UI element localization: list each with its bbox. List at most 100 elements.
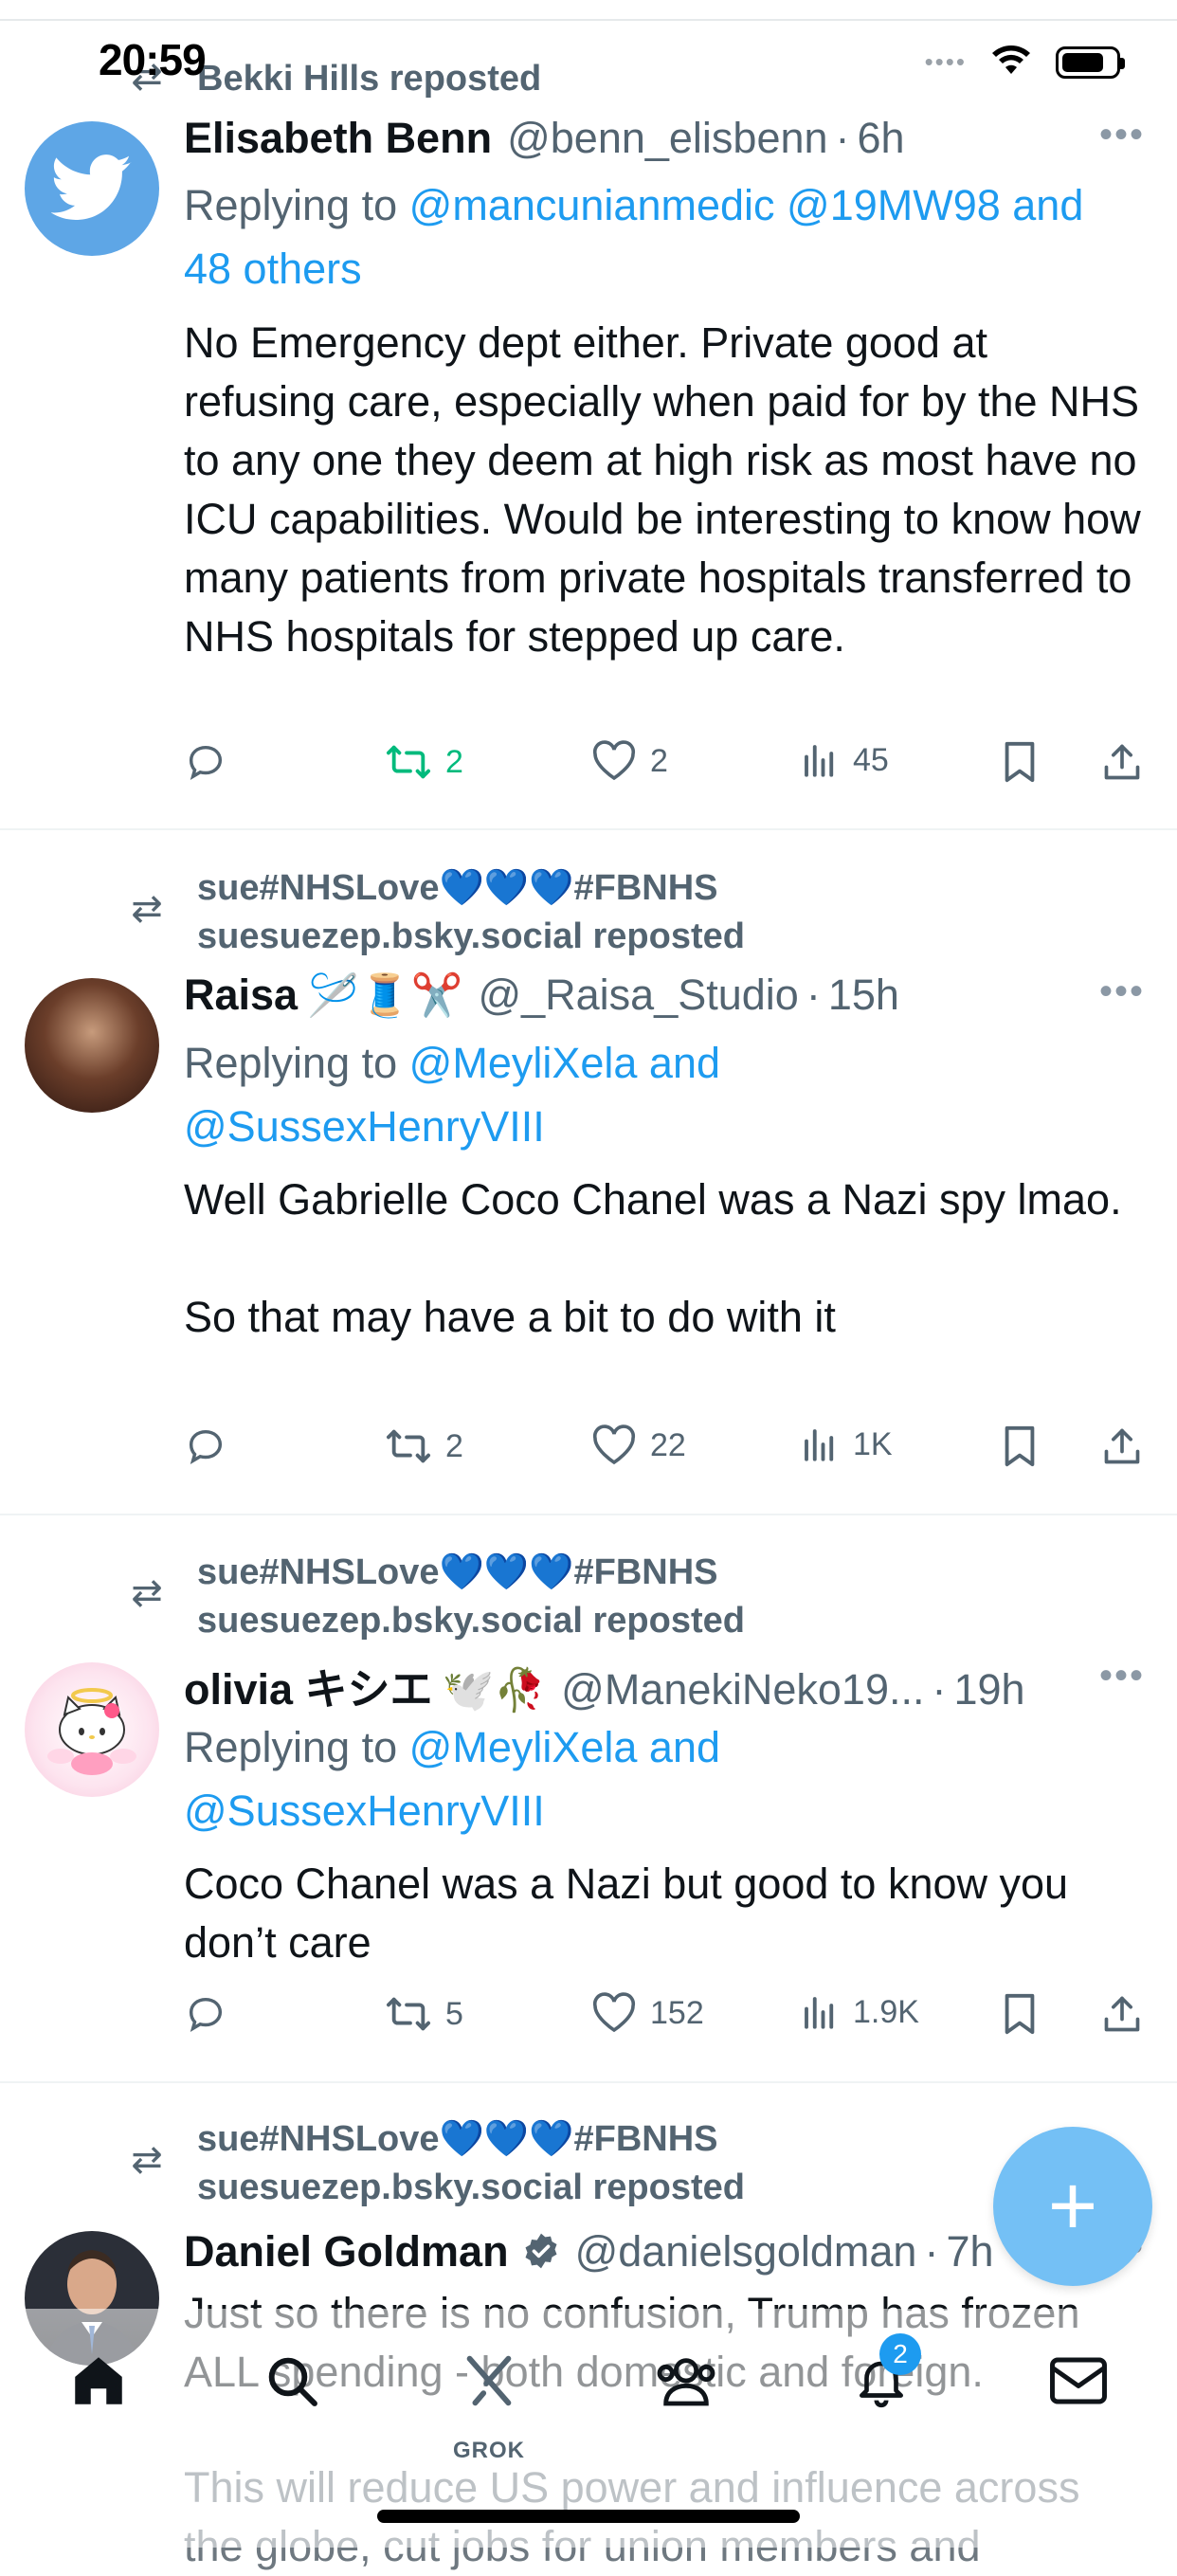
replying-to: Replying to @MeyliXela and @SussexHenryV…	[184, 1715, 1141, 1842]
replying-to: Replying to @MeyliXela and @SussexHenryV…	[184, 1031, 1141, 1158]
like-button[interactable]: 2	[591, 740, 668, 782]
tab-notifications[interactable]: 2	[843, 2333, 921, 2419]
tab-home[interactable]	[61, 2343, 136, 2419]
repost-icon: ⇄	[131, 1572, 163, 1614]
post-time: 15h	[827, 971, 899, 1019]
author-name[interactable]: olivia キシエ	[184, 1655, 433, 1716]
tab-grok[interactable]: GROK	[451, 2343, 527, 2463]
repost-label: sue#NHSLove💙💙💙#FBNHS suesuezep.bsky.soci…	[197, 1552, 745, 1641]
repost-icon: ⇄	[131, 888, 163, 930]
like-count: 22	[650, 1426, 686, 1463]
bookmark-button[interactable]	[1001, 740, 1039, 784]
reply-icon	[189, 1997, 223, 2033]
reply-button[interactable]	[184, 1424, 227, 1468]
wifi-icon	[989, 42, 1033, 82]
battery-icon	[1056, 45, 1125, 79]
author-handle[interactable]: @ManekiNeko19...	[561, 1665, 924, 1714]
post-actions: 5 152 1.9K	[184, 1992, 1141, 2049]
retweet-icon	[386, 745, 430, 779]
heart-icon	[592, 740, 636, 781]
reply-button[interactable]	[184, 1992, 227, 2036]
post-header: Daniel Goldman @danielsgoldman · 7h	[184, 2227, 994, 2277]
separator-dot: ·	[924, 2227, 939, 2276]
view-count: 45	[853, 741, 889, 778]
views-button[interactable]: 1.9K	[800, 1992, 919, 2032]
author-name[interactable]: Daniel Goldman	[184, 2227, 509, 2277]
post-header: olivia キシエ 🕊️🥀 @ManekiNeko19... · 19h	[184, 1655, 1025, 1716]
bookmark-button[interactable]	[1001, 1992, 1039, 2036]
tab-communities[interactable]	[648, 2343, 724, 2419]
heart-icon	[592, 1424, 636, 1465]
author-handle[interactable]: @_Raisa_Studio	[478, 971, 798, 1020]
repost-label: sue#NHSLove💙💙💙#FBNHS suesuezep.bsky.soci…	[197, 868, 745, 956]
like-button[interactable]: 152	[591, 1992, 704, 2034]
retweet-button[interactable]: 2	[385, 740, 463, 784]
twitter-bird-icon	[51, 154, 132, 220]
post-header: Raisa 🪡🧵✂️ @_Raisa_Studio · 15h	[184, 971, 899, 1020]
signal-icon: ••••	[924, 47, 967, 76]
verified-badge-icon	[525, 2233, 557, 2269]
bar-chart-icon	[805, 1429, 834, 1461]
avatar[interactable]	[25, 978, 159, 1113]
bookmark-icon	[1005, 741, 1035, 783]
share-button[interactable]	[1101, 1424, 1143, 1468]
post-text: Well Gabrielle Coco Chanel was a Nazi sp…	[184, 1175, 1122, 1341]
bar-chart-icon	[805, 1997, 834, 2029]
retweet-count: 5	[445, 1995, 463, 2032]
status-bar: 20:59 ••••	[0, 0, 1177, 123]
bookmark-icon	[1005, 1993, 1035, 2035]
post-text: No Emergency dept either. Private good a…	[184, 318, 1141, 661]
name-emoji: 🪡🧵✂️	[307, 972, 463, 1019]
compose-button[interactable]: +	[993, 2127, 1152, 2286]
repost-context: ⇄ sue#NHSLove💙💙💙#FBNHS suesuezep.bsky.so…	[121, 1549, 745, 1645]
post-divider	[0, 1514, 1177, 1515]
tab-search[interactable]	[254, 2343, 330, 2419]
post-divider	[0, 828, 1177, 830]
retweet-button[interactable]: 2	[385, 1424, 463, 1468]
bookmark-button[interactable]	[1001, 1424, 1039, 1468]
author-name[interactable]: Raisa	[184, 971, 298, 1020]
bookmark-icon	[1005, 1425, 1035, 1467]
avatar[interactable]	[25, 1662, 159, 1797]
reply-button[interactable]	[184, 740, 227, 784]
share-button[interactable]	[1101, 740, 1143, 784]
retweet-icon	[386, 1429, 430, 1463]
grok-label: GROK	[453, 2438, 525, 2463]
home-indicator	[377, 2510, 800, 2523]
post-actions: 2 22 1K	[184, 1424, 1141, 1481]
reply-icon	[189, 745, 223, 781]
retweet-count: 2	[445, 743, 463, 780]
home-icon	[75, 2357, 122, 2404]
more-options-icon[interactable]: •••	[1099, 971, 1145, 1013]
separator-dot: ·	[806, 971, 821, 1019]
retweet-button[interactable]: 5	[385, 1992, 463, 2036]
heart-icon	[592, 1992, 636, 2033]
post-actions: 2 2 45	[184, 740, 1141, 797]
post-time: 19h	[953, 1665, 1025, 1714]
share-icon	[1104, 1996, 1140, 2032]
share-button[interactable]	[1101, 1992, 1143, 2036]
repost-label: sue#NHSLove💙💙💙#FBNHS suesuezep.bsky.soci…	[197, 2119, 745, 2207]
views-button[interactable]: 1K	[800, 1424, 893, 1464]
replying-to-label: Replying to	[184, 1723, 398, 1771]
view-count: 1K	[853, 1425, 893, 1462]
tab-messages[interactable]	[1041, 2343, 1116, 2419]
replying-to: Replying to @mancunianmedic @19MW98 and …	[184, 173, 1141, 300]
like-button[interactable]: 22	[591, 1424, 686, 1466]
communities-icon	[657, 2358, 715, 2406]
more-options-icon[interactable]: •••	[1099, 1655, 1145, 1697]
like-count: 2	[650, 742, 668, 779]
share-icon	[1104, 1428, 1140, 1464]
post-time: 7h	[946, 2227, 994, 2276]
view-count: 1.9K	[853, 1993, 919, 2030]
battery-level	[1062, 52, 1103, 72]
notification-badge: 2	[879, 2333, 921, 2375]
separator-dot: ·	[932, 1665, 947, 1714]
post-text: Coco Chanel was a Nazi but good to know …	[184, 1859, 1069, 1967]
avatar[interactable]	[25, 121, 159, 256]
views-button[interactable]: 45	[800, 740, 889, 780]
hello-kitty-avatar-icon	[47, 1688, 136, 1775]
bar-chart-icon	[805, 745, 834, 777]
status-icons: ••••	[924, 42, 1125, 82]
author-handle[interactable]: @danielsgoldman	[575, 2227, 917, 2277]
